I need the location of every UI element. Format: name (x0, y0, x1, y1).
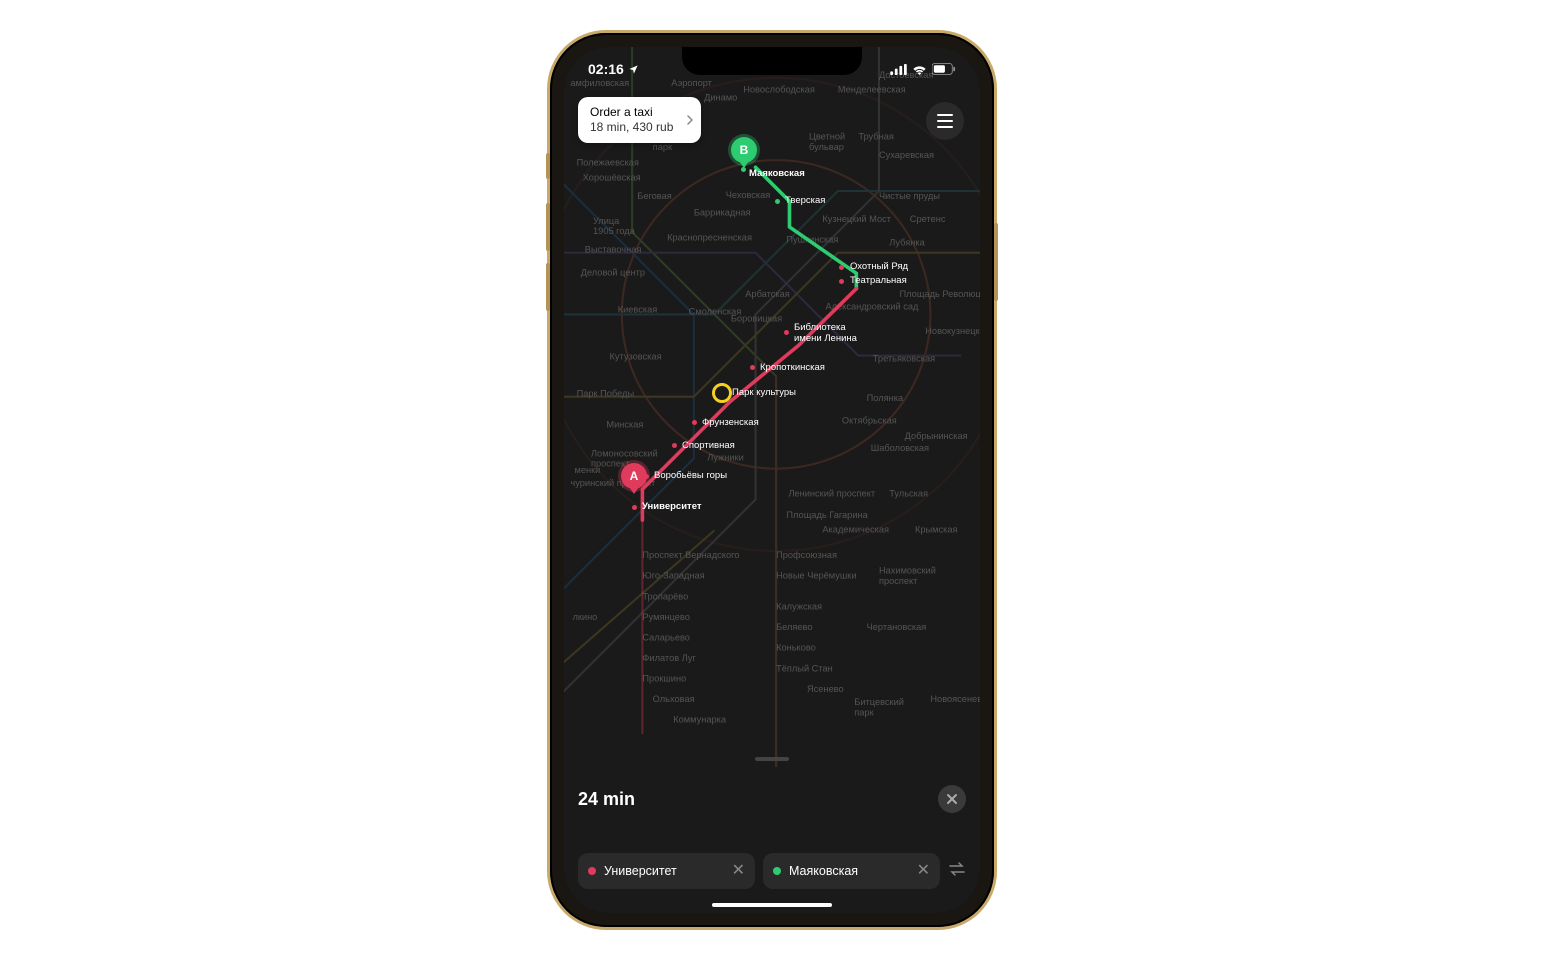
clear-from-button[interactable]: ✕ (732, 863, 745, 879)
hamburger-icon (937, 114, 953, 116)
swap-icon (948, 861, 966, 877)
station-label: Маяковская (749, 168, 805, 179)
cellular-icon (890, 64, 907, 75)
mute-switch (546, 153, 550, 179)
taxi-subtitle: 18 min, 430 rub (590, 120, 673, 135)
station-label: Университет (642, 501, 702, 512)
status-bar: 02:16 (564, 55, 980, 83)
station-label: Спортивная (682, 440, 735, 451)
sheet-grabber[interactable] (755, 757, 789, 761)
station-dot[interactable] (839, 265, 844, 270)
menu-button[interactable] (926, 102, 964, 140)
chevron-right-icon (687, 115, 693, 125)
station-dot[interactable] (784, 330, 789, 335)
station-label: Библиотека имени Ленина (794, 322, 857, 344)
to-station-label: Маяковская (789, 864, 858, 878)
wifi-icon (912, 64, 927, 75)
station-label: Кропоткинская (760, 362, 825, 373)
transfer-ring (712, 383, 732, 403)
volume-up (546, 203, 550, 251)
phone-frame: 02:16 (550, 33, 994, 927)
line-dot-icon (588, 867, 596, 875)
status-time: 02:16 (588, 61, 624, 77)
volume-down (546, 263, 550, 311)
station-dot[interactable] (692, 420, 697, 425)
close-route-button[interactable] (938, 785, 966, 813)
from-station-label: Университет (604, 864, 677, 878)
destination-pin[interactable]: B (731, 137, 757, 163)
station-label: Театральная (850, 275, 907, 286)
station-dot[interactable] (632, 505, 637, 510)
location-icon (628, 64, 639, 75)
order-taxi-card[interactable]: Order a taxi 18 min, 430 rub (578, 97, 701, 143)
to-station-chip[interactable]: Маяковская ✕ (763, 853, 940, 889)
station-dot[interactable] (750, 365, 755, 370)
station-label: Фрунзенская (702, 417, 759, 428)
station-label: Тверская (785, 195, 825, 206)
close-icon (946, 793, 958, 805)
from-station-chip[interactable]: Университет ✕ (578, 853, 755, 889)
taxi-title: Order a taxi (590, 105, 673, 120)
station-dot[interactable] (672, 443, 677, 448)
station-label: Охотный Ряд (850, 261, 908, 272)
swap-stations-button[interactable] (948, 861, 966, 882)
origin-pin[interactable]: A (621, 463, 647, 489)
battery-icon (932, 63, 956, 75)
station-dot[interactable] (775, 199, 780, 204)
route-duration: 24 min (578, 789, 635, 810)
station-label: Парк культуры (732, 387, 796, 398)
screen: 02:16 (564, 47, 980, 913)
home-indicator[interactable] (712, 903, 832, 907)
station-label: Воробьёвы горы (654, 470, 727, 481)
station-dot[interactable] (839, 279, 844, 284)
route-sheet[interactable]: 24 min Университет ✕ Маяковская ✕ (564, 771, 980, 913)
line-dot-icon (773, 867, 781, 875)
power-button (994, 223, 998, 301)
clear-to-button[interactable]: ✕ (917, 863, 930, 879)
